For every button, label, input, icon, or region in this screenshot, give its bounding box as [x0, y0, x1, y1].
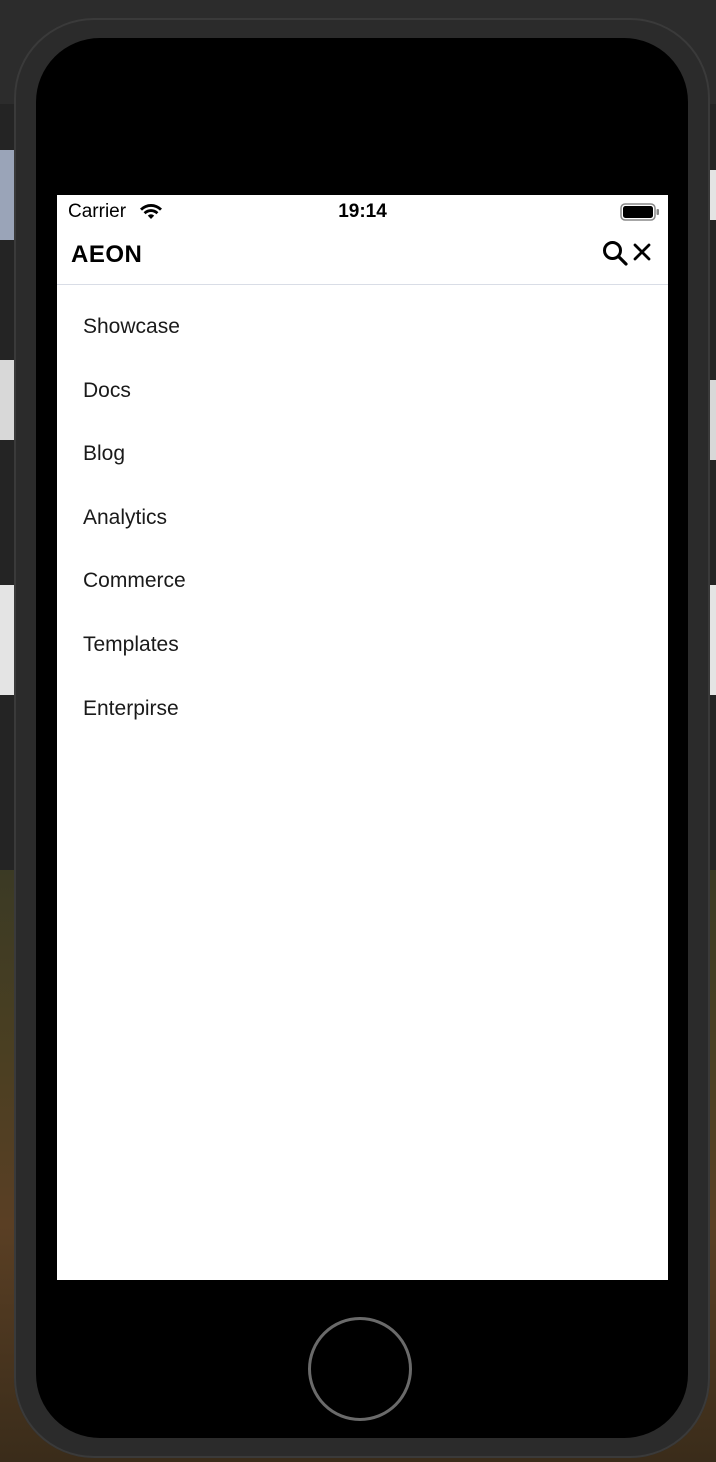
menu-item-analytics[interactable]: Analytics: [57, 486, 668, 550]
battery-icon: [620, 203, 659, 221]
menu-item-docs[interactable]: Docs: [57, 359, 668, 423]
background-thumbnail: [0, 150, 14, 240]
app-screen: Carrier 19:14 AEON Showcase Docs Blog An…: [57, 195, 668, 1280]
menu-item-blog[interactable]: Blog: [57, 422, 668, 486]
main-menu: Showcase Docs Blog Analytics Commerce Te…: [57, 295, 668, 740]
status-time: 19:14: [338, 201, 387, 222]
navigation-bar: AEON: [57, 229, 668, 285]
close-icon[interactable]: [632, 242, 652, 262]
search-icon[interactable]: [601, 239, 629, 267]
menu-item-templates[interactable]: Templates: [57, 613, 668, 677]
background-thumbnail: [0, 585, 14, 695]
home-button[interactable]: [308, 1317, 412, 1421]
menu-item-showcase[interactable]: Showcase: [57, 295, 668, 359]
menu-item-commerce[interactable]: Commerce: [57, 549, 668, 613]
menu-item-enterprise[interactable]: Enterpirse: [57, 677, 668, 741]
status-bar: Carrier 19:14: [57, 195, 668, 229]
brand-logo[interactable]: AEON: [71, 241, 142, 269]
background-thumbnail: [0, 360, 14, 440]
